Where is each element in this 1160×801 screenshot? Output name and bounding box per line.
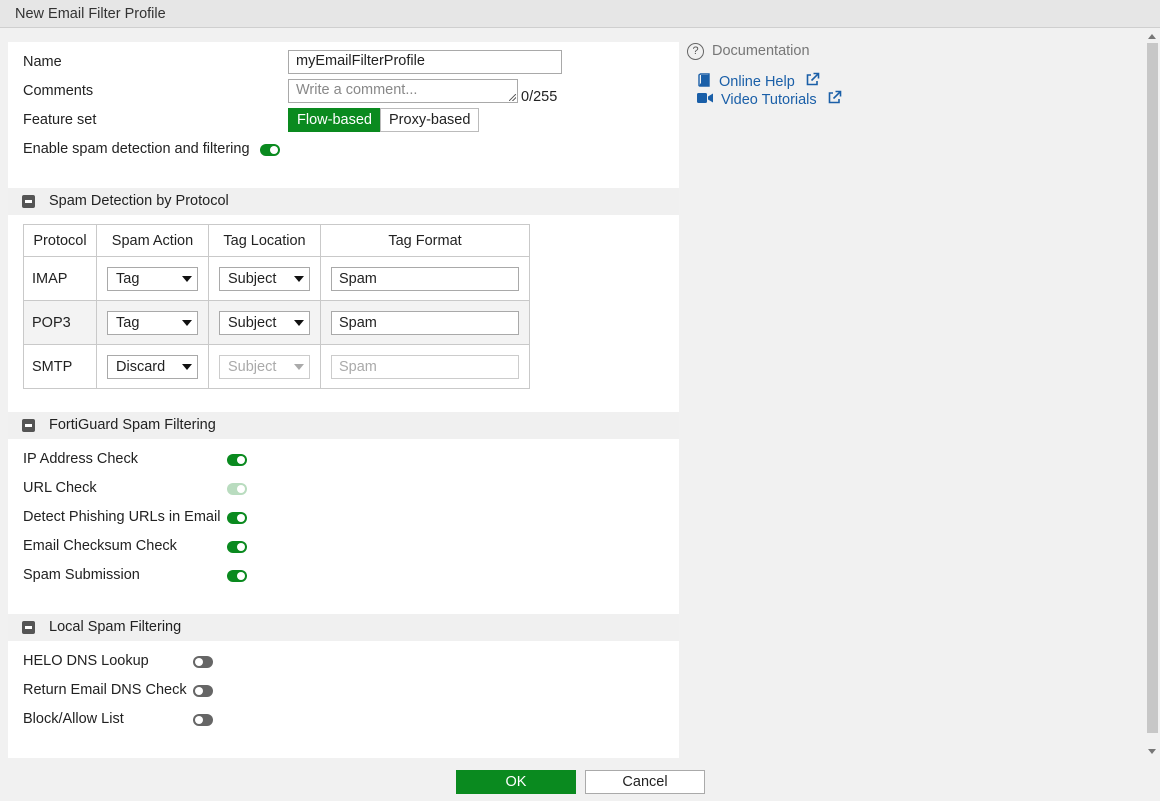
helo-dns-lookup-toggle[interactable] bbox=[193, 656, 213, 668]
local-item-label: Return Email DNS Check bbox=[23, 682, 187, 698]
chevron-down-icon bbox=[182, 363, 192, 370]
chevron-down-icon bbox=[294, 275, 304, 282]
table-row: SMTP Discard Subject Spam bbox=[23, 344, 530, 389]
chevron-down-icon bbox=[182, 275, 192, 282]
documentation-panel bbox=[680, 29, 1145, 761]
email-checksum-toggle[interactable] bbox=[227, 541, 247, 553]
external-link-icon bbox=[806, 72, 820, 86]
video-tutorials-label: Video Tutorials bbox=[721, 92, 817, 108]
name-input[interactable]: myEmailFilterProfile bbox=[288, 50, 562, 74]
video-tutorials-link[interactable]: Video Tutorials bbox=[697, 90, 842, 108]
documentation-title: Documentation bbox=[712, 43, 810, 59]
column-header: Tag Location bbox=[208, 224, 321, 257]
scroll-down-icon[interactable] bbox=[1148, 749, 1156, 754]
section-header-protocol[interactable]: Spam Detection by Protocol bbox=[8, 188, 679, 215]
select-value: Subject bbox=[228, 358, 277, 375]
main-form-panel: Name myEmailFilterProfile Comments Write… bbox=[8, 42, 679, 758]
select-value: Subject bbox=[228, 314, 277, 331]
fortiguard-item-label: URL Check bbox=[23, 480, 97, 496]
tag-location-select[interactable]: Subject bbox=[219, 266, 310, 291]
external-link-icon bbox=[828, 90, 841, 104]
column-header: Protocol bbox=[23, 224, 97, 257]
section-header-local[interactable]: Local Spam Filtering bbox=[8, 614, 679, 641]
local-item-label: HELO DNS Lookup bbox=[23, 653, 149, 669]
scroll-up-icon[interactable] bbox=[1148, 34, 1156, 39]
tag-format-input: Spam bbox=[331, 354, 519, 379]
table-row: IMAP Tag Subject Spam bbox=[23, 256, 530, 301]
spam-action-select[interactable]: Discard bbox=[107, 354, 198, 379]
collapse-icon[interactable] bbox=[22, 621, 35, 634]
comments-textarea[interactable]: Write a comment... bbox=[288, 79, 518, 103]
protocol-cell: IMAP bbox=[23, 256, 97, 301]
tag-location-select: Subject bbox=[219, 354, 310, 379]
select-value: Tag bbox=[116, 314, 140, 331]
protocol-cell: SMTP bbox=[23, 344, 97, 389]
spam-enable-toggle[interactable] bbox=[260, 144, 280, 156]
comments-placeholder: Write a comment... bbox=[296, 82, 418, 98]
tag-location-select[interactable]: Subject bbox=[219, 310, 310, 335]
fortiguard-item-label: Spam Submission bbox=[23, 567, 140, 583]
chevron-down-icon bbox=[182, 319, 192, 326]
ip-address-check-toggle[interactable] bbox=[227, 454, 247, 466]
book-icon bbox=[698, 73, 710, 87]
ok-button[interactable]: OK bbox=[456, 770, 576, 794]
section-header-fortiguard[interactable]: FortiGuard Spam Filtering bbox=[8, 412, 679, 439]
block-allow-list-toggle[interactable] bbox=[193, 714, 213, 726]
tag-format-input[interactable]: Spam bbox=[331, 266, 519, 291]
cancel-button[interactable]: Cancel bbox=[585, 770, 705, 794]
spam-submission-toggle[interactable] bbox=[227, 570, 247, 582]
dialog-footer bbox=[0, 761, 1160, 801]
column-header: Spam Action bbox=[96, 224, 209, 257]
select-value: Discard bbox=[116, 358, 166, 375]
return-email-dns-toggle[interactable] bbox=[193, 685, 213, 697]
spam-action-select[interactable]: Tag bbox=[107, 266, 198, 291]
window-titlebar: New Email Filter Profile bbox=[0, 0, 1160, 28]
column-header: Tag Format bbox=[320, 224, 530, 257]
fortiguard-item-label: Email Checksum Check bbox=[23, 538, 177, 554]
spam-action-select[interactable]: Tag bbox=[107, 310, 198, 335]
comments-label: Comments bbox=[23, 83, 94, 99]
scroll-thumb[interactable] bbox=[1147, 43, 1158, 733]
select-value: Tag bbox=[116, 270, 140, 287]
table-row: POP3 Tag Subject Spam bbox=[23, 300, 530, 345]
feature-set-flow-based[interactable]: Flow-based bbox=[288, 108, 381, 132]
video-camera-icon bbox=[697, 93, 713, 103]
vertical-scrollbar[interactable] bbox=[1145, 29, 1160, 761]
collapse-icon[interactable] bbox=[22, 419, 35, 432]
feature-set-proxy-based[interactable]: Proxy-based bbox=[380, 108, 480, 132]
select-value: Subject bbox=[228, 270, 277, 287]
detect-phishing-toggle[interactable] bbox=[227, 512, 247, 524]
section-title: Spam Detection by Protocol bbox=[49, 193, 229, 209]
resize-grip-icon[interactable] bbox=[509, 94, 516, 101]
window-title: New Email Filter Profile bbox=[15, 6, 166, 22]
collapse-icon[interactable] bbox=[22, 195, 35, 208]
url-check-toggle bbox=[227, 483, 247, 495]
chevron-down-icon bbox=[294, 319, 304, 326]
comments-char-count: 0/255 bbox=[521, 89, 558, 105]
online-help-label: Online Help bbox=[719, 74, 795, 90]
section-title: FortiGuard Spam Filtering bbox=[49, 417, 216, 433]
chevron-down-icon bbox=[294, 363, 304, 370]
protocol-table: Protocol Spam Action Tag Location Tag Fo… bbox=[23, 224, 530, 389]
fortiguard-item-label: Detect Phishing URLs in Email bbox=[23, 509, 221, 525]
online-help-link[interactable]: Online Help bbox=[697, 72, 820, 90]
name-label: Name bbox=[23, 54, 62, 70]
feature-set-label: Feature set bbox=[23, 112, 97, 128]
local-item-label: Block/Allow List bbox=[23, 711, 124, 727]
tag-format-input[interactable]: Spam bbox=[331, 310, 519, 335]
fortiguard-item-label: IP Address Check bbox=[23, 451, 138, 467]
spam-enable-label: Enable spam detection and filtering bbox=[23, 141, 250, 157]
section-title: Local Spam Filtering bbox=[49, 619, 182, 635]
protocol-cell: POP3 bbox=[23, 300, 97, 345]
help-circle-icon: ? bbox=[687, 43, 704, 60]
